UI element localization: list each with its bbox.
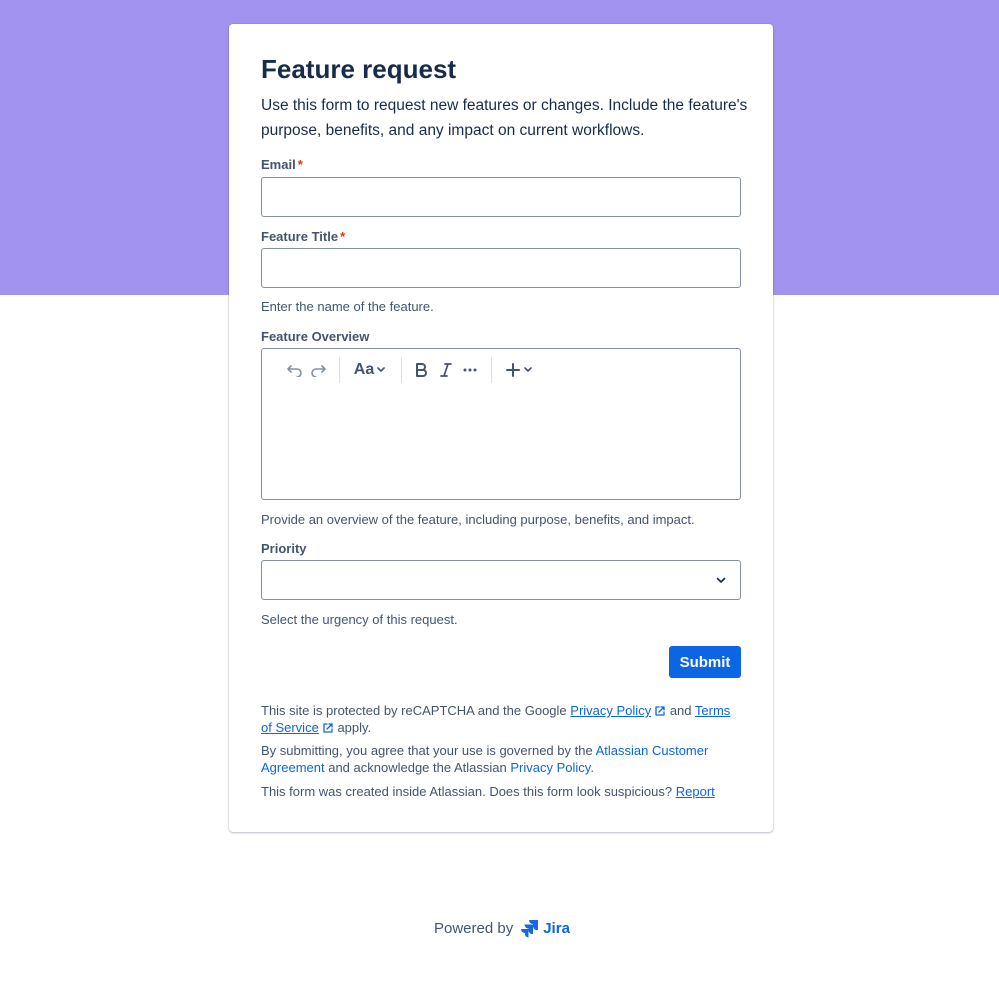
toolbar-divider bbox=[339, 357, 340, 383]
required-marker: * bbox=[297, 157, 303, 172]
jira-brand-text: Jira bbox=[543, 919, 570, 937]
bold-icon[interactable] bbox=[411, 357, 431, 383]
more-formatting-icon[interactable] bbox=[460, 357, 480, 383]
email-label-text: Email bbox=[261, 157, 296, 172]
email-input[interactable] bbox=[261, 177, 741, 217]
agreement-notice: By submitting, you agree that your use i… bbox=[261, 742, 741, 776]
report-link[interactable]: Report bbox=[676, 784, 715, 799]
insert-button[interactable] bbox=[502, 357, 536, 383]
italic-icon[interactable] bbox=[436, 357, 456, 383]
apply-text: apply. bbox=[337, 720, 372, 735]
text-style-label: Aa bbox=[353, 361, 375, 378]
required-marker: * bbox=[340, 229, 346, 244]
google-privacy-policy-text: Privacy Policy bbox=[570, 703, 652, 718]
feature-overview-helper: Provide an overview of the feature, incl… bbox=[261, 512, 695, 527]
feature-title-label-text: Feature Title bbox=[261, 229, 339, 244]
chevron-down-icon bbox=[524, 367, 532, 372]
chevron-down-icon bbox=[377, 367, 386, 372]
editor-toolbar: Aa bbox=[262, 349, 740, 391]
feature-overview-editor[interactable]: Aa bbox=[261, 348, 741, 500]
priority-select[interactable] bbox=[261, 560, 741, 600]
priority-label: Priority bbox=[261, 541, 307, 556]
feature-title-label: Feature Title * bbox=[261, 229, 345, 244]
created-inside-text: This form was created inside Atlassian. … bbox=[261, 784, 673, 799]
undo-icon[interactable] bbox=[284, 357, 306, 383]
jira-logo-link[interactable]: Jira bbox=[520, 918, 570, 938]
submit-button[interactable]: Submit bbox=[669, 646, 741, 678]
powered-by-text: Powered by bbox=[434, 919, 514, 937]
recaptcha-notice: This site is protected by reCAPTCHA and … bbox=[261, 702, 741, 736]
period-text: . bbox=[590, 760, 594, 775]
atlassian-privacy-policy-link[interactable]: Privacy Policy bbox=[510, 760, 590, 775]
form-description: Use this form to request new features or… bbox=[261, 97, 748, 139]
agreement-middle: and acknowledge the Atlassian bbox=[328, 760, 507, 775]
email-label: Email * bbox=[261, 157, 303, 172]
toolbar-divider bbox=[401, 357, 402, 383]
toolbar-divider bbox=[491, 357, 492, 383]
feature-title-helper: Enter the name of the feature. bbox=[261, 299, 434, 314]
plus-icon bbox=[506, 363, 520, 377]
recaptcha-prefix: This site is protected by reCAPTCHA and … bbox=[261, 703, 567, 718]
chevron-down-icon bbox=[716, 577, 726, 583]
and-text: and bbox=[669, 703, 692, 718]
powered-by: Powered by Jira bbox=[434, 917, 570, 939]
feature-title-input[interactable] bbox=[261, 248, 741, 288]
form-card: Feature request Use this form to request… bbox=[229, 24, 773, 832]
form-title: Feature request bbox=[261, 54, 457, 84]
external-link-icon bbox=[323, 723, 333, 733]
external-link-icon bbox=[655, 706, 665, 716]
text-style-button[interactable]: Aa bbox=[350, 357, 390, 383]
jira-logo-icon bbox=[521, 920, 539, 938]
google-privacy-policy-link[interactable]: Privacy Policy bbox=[570, 703, 651, 718]
redo-icon[interactable] bbox=[307, 357, 329, 383]
priority-helper: Select the urgency of this request. bbox=[261, 612, 458, 627]
feature-overview-label: Feature Overview bbox=[261, 329, 370, 344]
agreement-prefix: By submitting, you agree that your use i… bbox=[261, 743, 593, 758]
suspicious-notice: This form was created inside Atlassian. … bbox=[261, 783, 741, 800]
